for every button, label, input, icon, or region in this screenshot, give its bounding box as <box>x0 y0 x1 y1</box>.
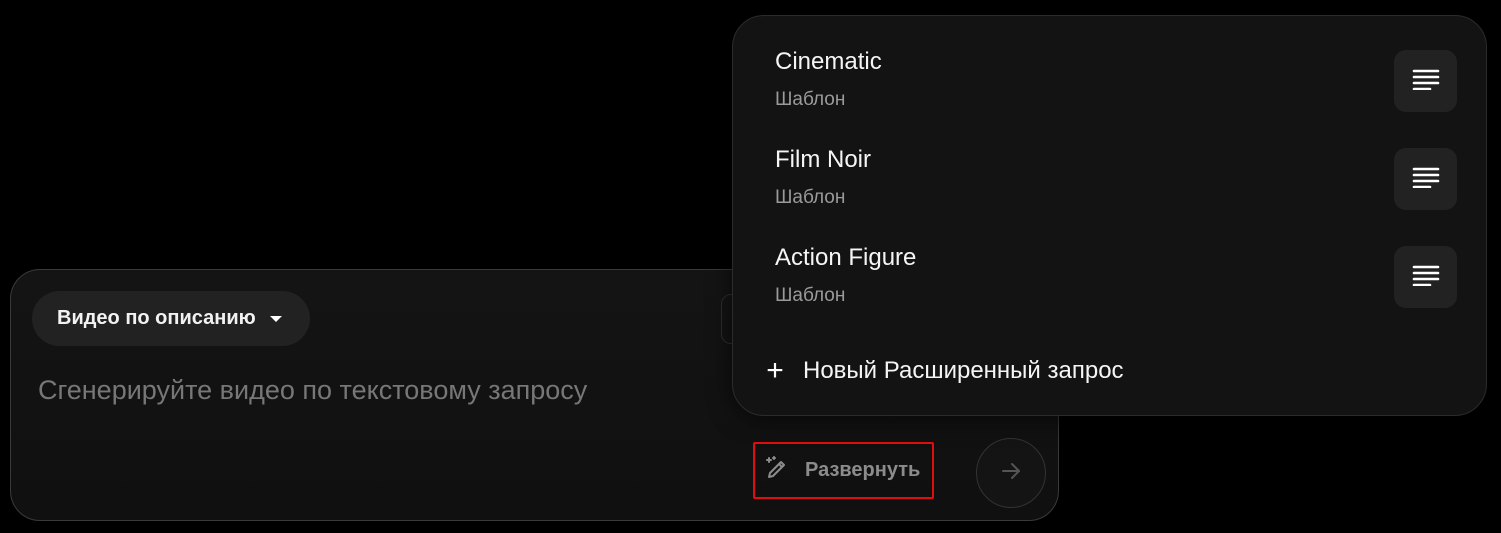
template-subtitle: Шаблон <box>775 285 846 306</box>
new-advanced-prompt-button[interactable]: + Новый Расширенный запрос <box>763 351 1124 391</box>
template-detail-button[interactable] <box>1394 50 1457 112</box>
template-item-action-figure[interactable]: Action Figure Шаблон <box>733 212 1486 310</box>
lines-icon <box>1412 166 1440 193</box>
template-subtitle: Шаблон <box>775 89 846 110</box>
template-title: Action Figure <box>775 244 917 271</box>
templates-menu: Cinematic Шаблон Film Noir Шаблон Action… <box>732 15 1487 416</box>
prompt-input[interactable] <box>38 368 718 412</box>
arrow-right-icon <box>999 459 1023 488</box>
template-title: Film Noir <box>775 146 871 173</box>
lines-icon <box>1412 68 1440 95</box>
magic-pen-icon <box>764 455 790 486</box>
template-item-film-noir[interactable]: Film Noir Шаблон <box>733 114 1486 212</box>
template-detail-button[interactable] <box>1394 246 1457 308</box>
template-subtitle: Шаблон <box>775 187 846 208</box>
mode-dropdown[interactable]: Видео по описанию <box>32 291 310 346</box>
template-detail-button[interactable] <box>1394 148 1457 210</box>
expand-button-label: Развернуть <box>805 459 921 481</box>
new-prompt-label: Новый Расширенный запрос <box>803 357 1124 384</box>
expand-button[interactable]: Развернуть <box>753 442 934 499</box>
plus-icon: + <box>766 354 784 387</box>
template-title: Cinematic <box>775 48 882 75</box>
send-button[interactable] <box>976 438 1046 508</box>
caret-down-icon <box>269 315 282 322</box>
mode-dropdown-label: Видео по описанию <box>57 307 256 329</box>
template-item-cinematic[interactable]: Cinematic Шаблон <box>733 16 1486 114</box>
lines-icon <box>1412 264 1440 291</box>
